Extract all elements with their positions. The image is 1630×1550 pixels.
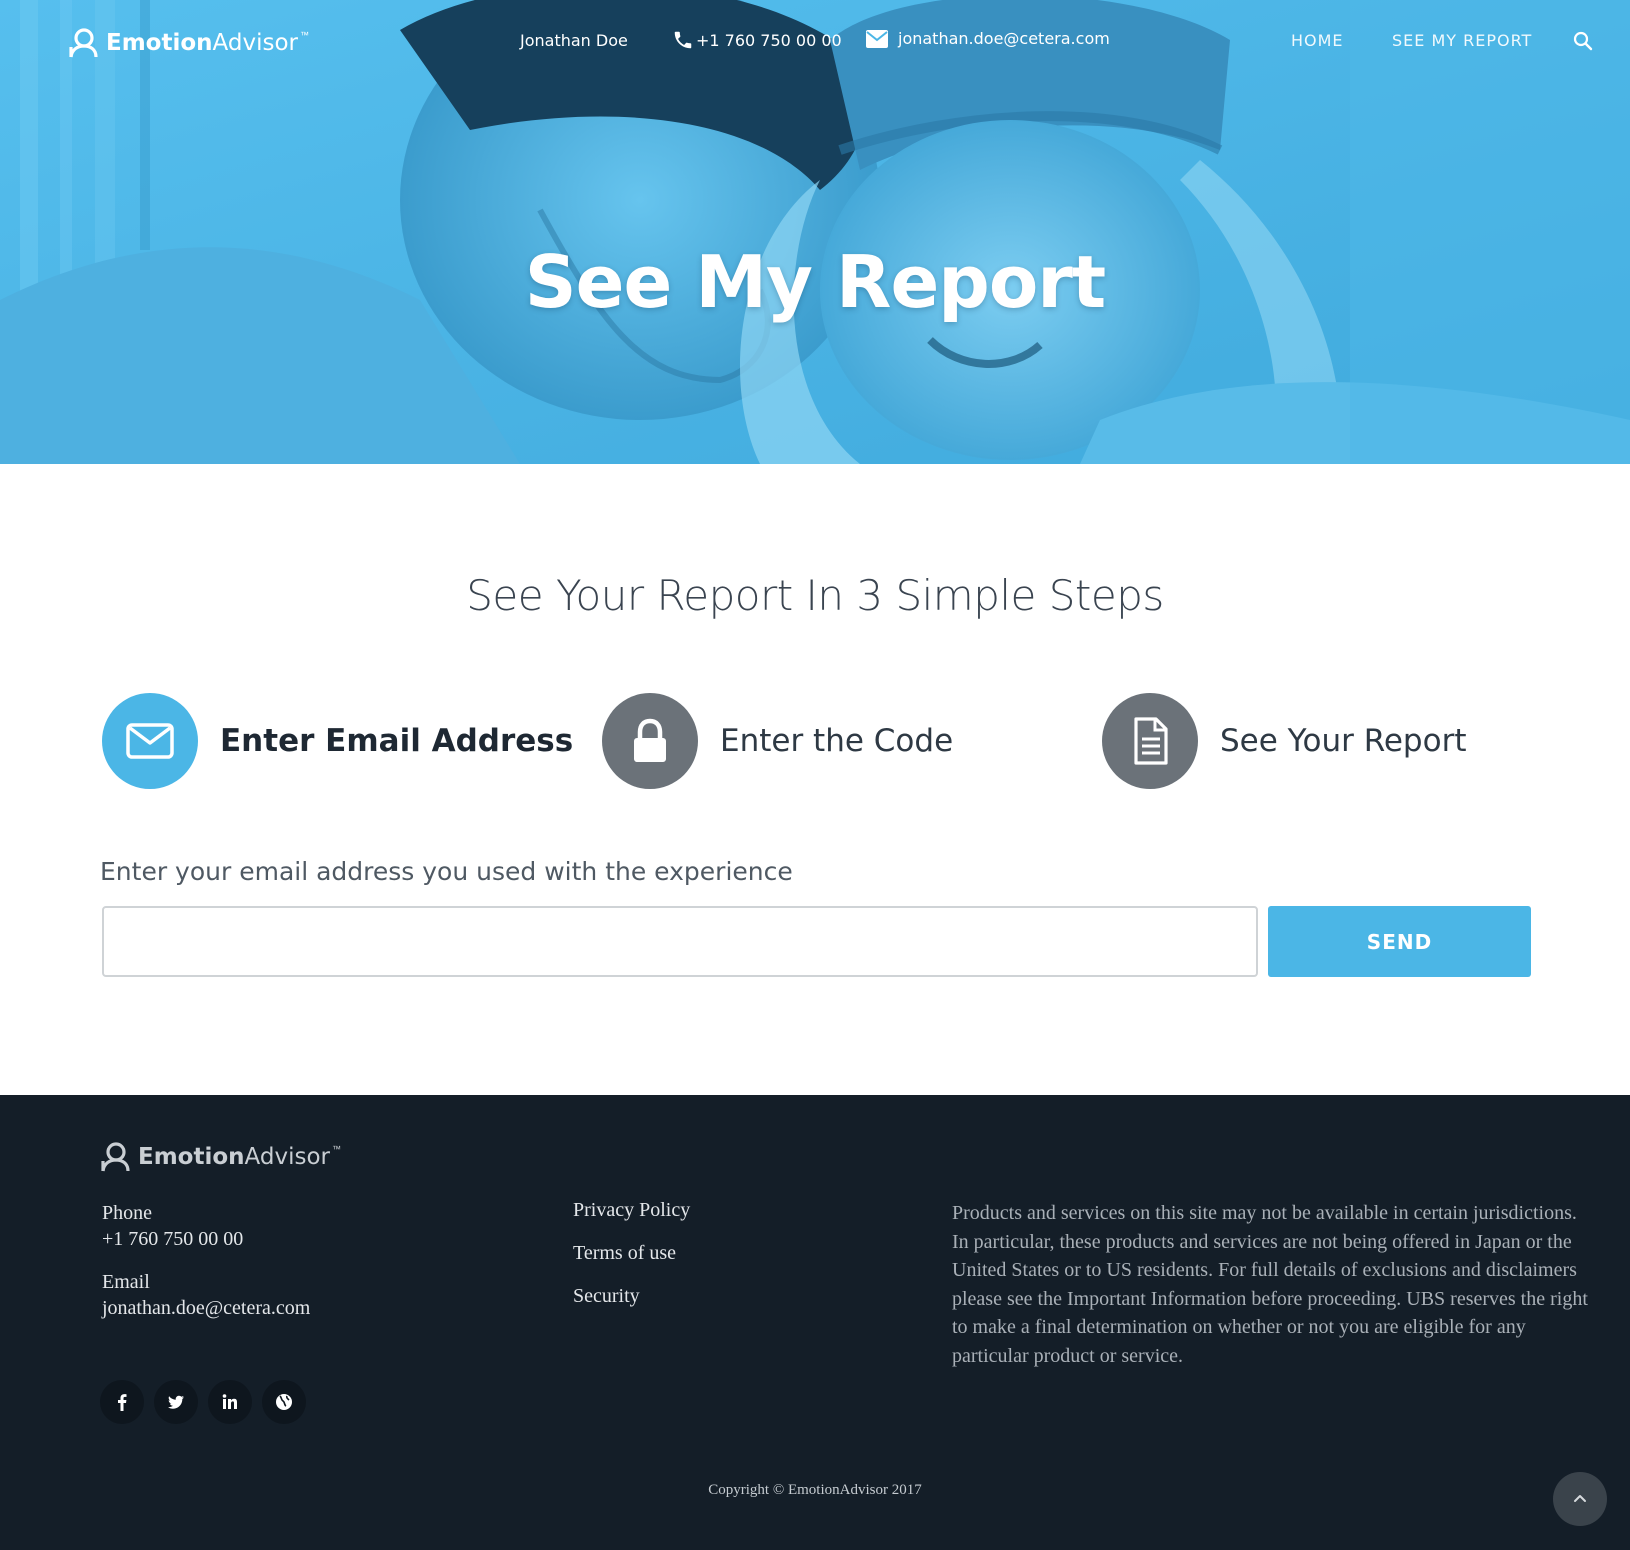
twitter-glyph — [168, 1395, 184, 1409]
chevron-up-icon — [1574, 1495, 1586, 1502]
step-1-label: Enter Email Address — [220, 723, 574, 759]
step-3-label: See Your Report — [1220, 723, 1467, 759]
contact-email[interactable]: jonathan.doe@cetera.com — [866, 29, 1110, 48]
trademark-mark: ™ — [300, 30, 309, 40]
envelope-icon — [126, 723, 174, 759]
step-see-report: See Your Report — [1102, 693, 1466, 789]
footer-brand-bold: Emotion — [138, 1144, 245, 1170]
nav-see-my-report[interactable]: SEE MY REPORT — [1392, 31, 1532, 50]
contact-phone-text: +1 760 750 00 00 — [696, 30, 842, 50]
social-links — [100, 1380, 316, 1424]
footer-brand-light: Advisor — [244, 1144, 330, 1170]
footer-disclaimer: Products and services on this site may n… — [952, 1202, 1588, 1367]
search-icon[interactable] — [1573, 31, 1593, 51]
lock-icon — [634, 718, 666, 762]
globe-icon[interactable] — [262, 1380, 306, 1424]
brand-name-light: Advisor — [212, 30, 298, 56]
footer-link-terms-of-use[interactable]: Terms of use — [573, 1242, 676, 1265]
step-enter-email: Enter Email Address — [102, 693, 573, 789]
steps-heading: See Your Report In 3 Simple Steps — [466, 571, 1164, 620]
step-1-badge — [102, 693, 198, 789]
nav-home[interactable]: HOME — [1291, 31, 1344, 50]
brand-name-bold: Emotion — [106, 30, 213, 56]
email-input[interactable] — [102, 906, 1258, 977]
linkedin-icon[interactable] — [208, 1380, 252, 1424]
user-outline-icon — [69, 28, 98, 58]
step-2-label: Enter the Code — [720, 723, 954, 759]
globe-glyph — [276, 1394, 292, 1410]
top-navigation: Emotion Advisor ™ Jonathan Doe +1 760 75… — [0, 0, 1630, 84]
step-enter-code: Enter the Code — [602, 693, 953, 789]
contact-email-text: jonathan.doe@cetera.com — [898, 29, 1110, 48]
brand-logo[interactable]: Emotion Advisor ™ — [68, 26, 309, 60]
footer-trademark: ™ — [332, 1144, 341, 1154]
facebook-icon[interactable] — [100, 1380, 144, 1424]
footer-email-label: Email — [102, 1271, 150, 1293]
envelope-icon — [866, 29, 888, 48]
copyright: Copyright © EmotionAdvisor 2017 — [708, 1482, 922, 1498]
facebook-glyph — [118, 1394, 127, 1411]
step-2-badge — [602, 693, 698, 789]
hero-title: See My Report — [524, 240, 1106, 324]
step-3-badge — [1102, 693, 1198, 789]
footer-link-security[interactable]: Security — [573, 1285, 640, 1308]
footer-phone-value[interactable]: +1 760 750 00 00 — [102, 1228, 243, 1251]
document-icon — [1134, 717, 1168, 765]
email-prompt: Enter your email address you used with t… — [100, 857, 793, 886]
footer-brand-logo[interactable]: Emotion Advisor ™ — [100, 1141, 341, 1173]
user-outline-icon — [101, 1142, 130, 1172]
twitter-icon[interactable] — [154, 1380, 198, 1424]
footer-email-value[interactable]: jonathan.doe@cetera.com — [102, 1297, 310, 1320]
footer-phone-label: Phone — [102, 1202, 152, 1224]
linkedin-glyph — [222, 1394, 237, 1409]
footer-link-privacy-policy[interactable]: Privacy Policy — [573, 1199, 690, 1222]
contact-phone[interactable]: +1 760 750 00 00 — [672, 29, 842, 51]
scroll-to-top-button[interactable] — [1553, 1472, 1607, 1526]
contact-name: Jonathan Doe — [520, 31, 628, 50]
phone-icon — [674, 31, 692, 49]
send-button[interactable]: SEND — [1268, 906, 1531, 977]
